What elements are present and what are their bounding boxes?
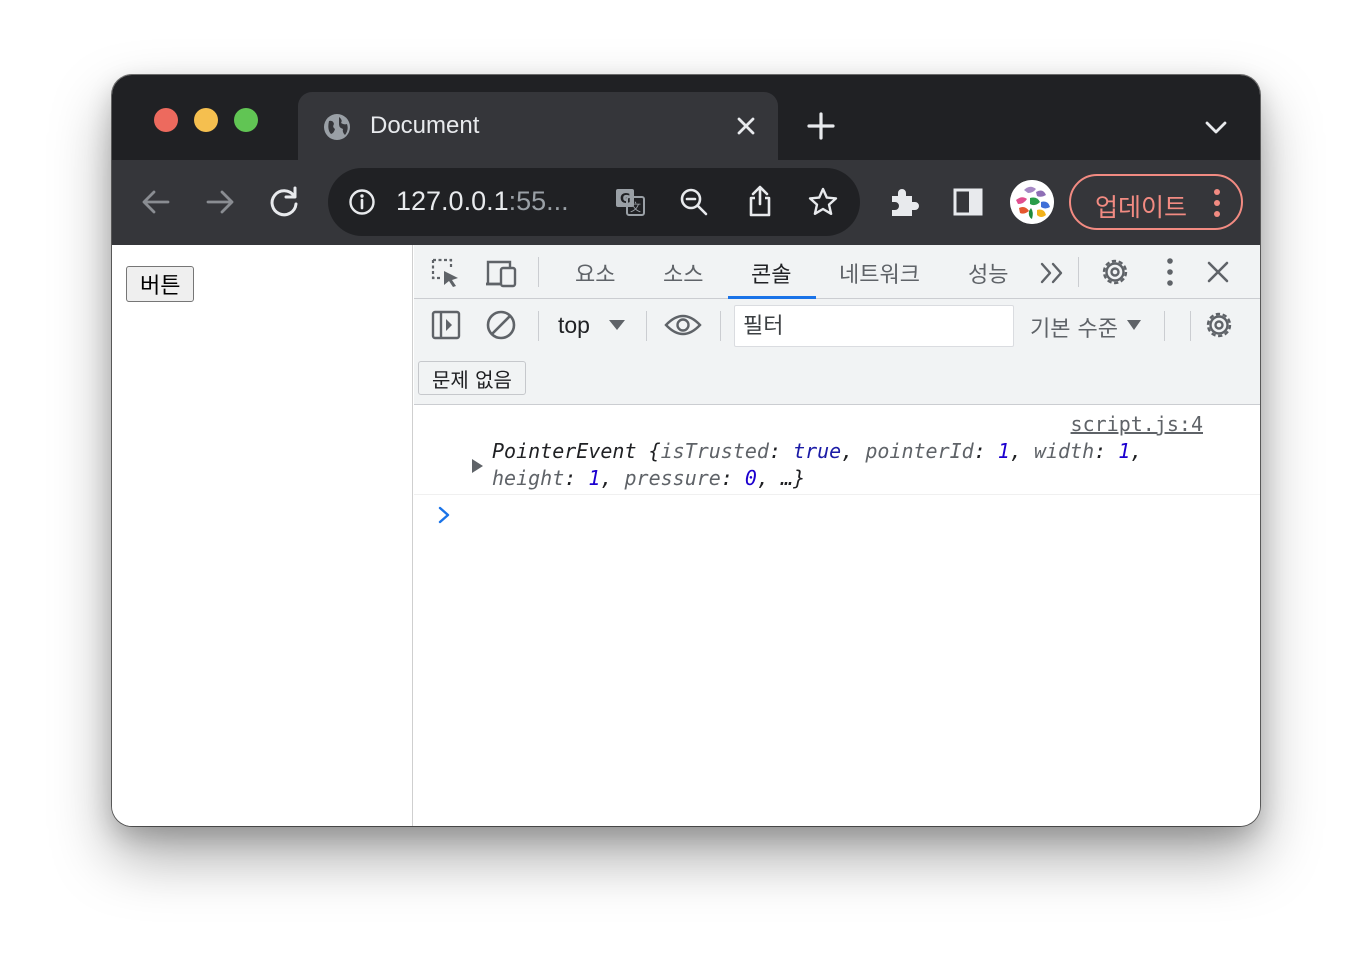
- share-icon[interactable]: [744, 184, 776, 218]
- console-prompt-chevron-icon[interactable]: [436, 505, 452, 525]
- profile-dinosaurs-icon: [1010, 180, 1054, 224]
- close-icon[interactable]: [732, 112, 760, 140]
- tab-title: Document: [370, 112, 480, 139]
- separator: [538, 311, 539, 341]
- chevron-down-icon[interactable]: [1202, 115, 1230, 139]
- console-log-entry: script.js:4 PointerEvent {isTrusted: tru…: [414, 405, 1260, 495]
- dropdown-arrow-icon[interactable]: [1126, 319, 1142, 331]
- reload-icon[interactable]: [266, 184, 302, 220]
- svg-text:文: 文: [630, 200, 641, 214]
- show-sidebar-icon[interactable]: [430, 309, 462, 341]
- issues-button[interactable]: 문제 없음: [418, 361, 526, 395]
- dropdown-arrow-icon[interactable]: [608, 319, 626, 331]
- browser-window: Document 127.0.0.1:55... G 文 업데이트 버튼 요소 …: [112, 75, 1260, 826]
- translate-icon[interactable]: G 文: [614, 186, 646, 218]
- forward-arrow-icon[interactable]: [202, 184, 238, 220]
- url-text: 127.0.0.1:55...: [396, 186, 569, 216]
- address-bar[interactable]: 127.0.0.1:55... G 文: [328, 168, 860, 236]
- inspect-element-icon[interactable]: [430, 257, 462, 289]
- devtools-tab-bar: 요소 소스 콘솔 네트워크 성능: [414, 245, 1260, 299]
- log-source-link[interactable]: script.js:4: [1071, 412, 1203, 436]
- new-tab-icon[interactable]: [806, 111, 836, 141]
- console-settings-gear-icon[interactable]: [1202, 308, 1236, 342]
- close-window-button[interactable]: [154, 108, 178, 132]
- browser-tab[interactable]: Document: [298, 92, 778, 160]
- profile-avatar[interactable]: [1010, 180, 1054, 224]
- separator: [1190, 311, 1191, 341]
- clear-console-icon[interactable]: [484, 308, 518, 342]
- minimize-window-button[interactable]: [194, 108, 218, 132]
- back-arrow-icon[interactable]: [138, 184, 174, 220]
- more-vertical-icon[interactable]: [1209, 188, 1225, 218]
- log-message[interactable]: PointerEvent {isTrusted: true, pointerId…: [492, 438, 1232, 492]
- eye-icon[interactable]: [664, 311, 702, 339]
- update-button[interactable]: 업데이트: [1069, 174, 1243, 230]
- devtools-panel: 요소 소스 콘솔 네트워크 성능 top 필터 기본 수준 문제 없음 scri…: [414, 245, 1260, 826]
- zoom-out-icon[interactable]: [678, 186, 710, 218]
- tab-console[interactable]: 콘솔: [751, 257, 791, 289]
- more-vertical-icon[interactable]: [1162, 257, 1178, 287]
- extensions-puzzle-icon[interactable]: [886, 184, 922, 220]
- log-level-selector[interactable]: 기본 수준: [1030, 311, 1118, 343]
- tab-network[interactable]: 네트워크: [839, 257, 920, 289]
- tab-strip: Document: [112, 75, 1260, 160]
- console-output: script.js:4 PointerEvent {isTrusted: tru…: [414, 405, 1260, 826]
- info-icon[interactable]: [348, 188, 376, 216]
- page-button[interactable]: 버튼: [126, 266, 195, 302]
- tab-performance[interactable]: 성능: [968, 257, 1008, 289]
- expand-triangle-icon[interactable]: [472, 459, 483, 473]
- tab-elements[interactable]: 요소: [575, 257, 615, 289]
- settings-gear-icon[interactable]: [1098, 255, 1132, 289]
- bookmark-star-icon[interactable]: [806, 185, 840, 219]
- globe-icon: [324, 114, 350, 140]
- separator: [538, 257, 539, 287]
- update-button-label: 업데이트: [1095, 194, 1188, 222]
- filter-input[interactable]: [734, 305, 1014, 347]
- separator: [1078, 257, 1079, 287]
- tab-sources[interactable]: 소스: [663, 257, 703, 289]
- separator: [1164, 311, 1165, 341]
- side-panel-icon[interactable]: [950, 184, 986, 220]
- separator: [646, 311, 647, 341]
- separator: [720, 311, 721, 341]
- browser-toolbar: 127.0.0.1:55... G 文 업데이트: [112, 160, 1260, 245]
- context-selector[interactable]: top: [558, 312, 590, 339]
- console-toolbar: top 기본 수준 문제 없음: [414, 299, 1260, 405]
- page-viewport: 버튼: [112, 245, 413, 826]
- device-toolbar-icon[interactable]: [484, 257, 520, 289]
- zoom-window-button[interactable]: [234, 108, 258, 132]
- close-devtools-icon[interactable]: [1204, 258, 1232, 286]
- log-class-name: PointerEvent: [492, 439, 637, 463]
- more-tabs-chevron-icon[interactable]: [1038, 259, 1068, 287]
